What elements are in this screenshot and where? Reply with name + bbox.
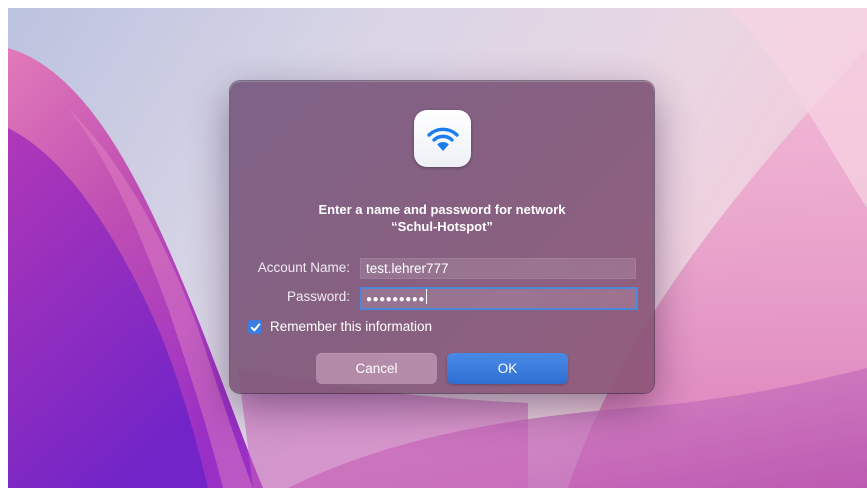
account-name-value: test.lehrer777 [366, 261, 449, 276]
wifi-icon [414, 110, 471, 167]
text-caret [425, 289, 428, 304]
network-name: “Schul-Hotspot” [391, 219, 493, 234]
password-label: Password: [286, 289, 350, 304]
checkmark-icon [250, 322, 260, 331]
dialog-title-line1: Enter a name and password for network [318, 202, 566, 217]
remember-label[interactable]: Remember this information [270, 319, 432, 334]
account-name-label: Account Name: [257, 260, 350, 275]
ok-button[interactable]: OK [447, 353, 568, 384]
cancel-button[interactable]: Cancel [316, 353, 437, 384]
dialog-title: Enter a name and password for network “S… [230, 201, 654, 235]
password-field[interactable]: ●●●●●●●●● [360, 287, 638, 310]
desktop: Enter a name and password for network “S… [8, 8, 867, 488]
remember-checkbox[interactable] [248, 320, 262, 334]
account-name-field[interactable]: test.lehrer777 [360, 258, 636, 279]
wifi-password-dialog: Enter a name and password for network “S… [230, 81, 654, 393]
password-masked-value: ●●●●●●●●● [366, 294, 425, 305]
